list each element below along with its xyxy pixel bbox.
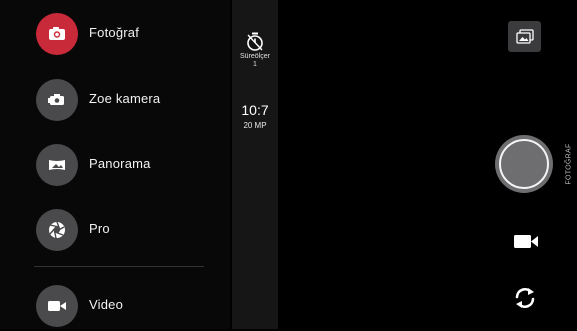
mode-label-panorama: Panorama [89, 156, 151, 171]
gallery-icon [515, 28, 534, 44]
timer-label: Süreölçer [240, 53, 270, 60]
shutter-button[interactable] [495, 135, 553, 193]
camera-app: Fotoğraf Zoe kamera Panorama Pro Video S… [0, 0, 577, 329]
divider [34, 266, 204, 267]
mode-label-pro: Pro [89, 221, 110, 236]
zoe-camera-icon [36, 79, 78, 121]
mode-item-photo[interactable]: Fotoğraf [30, 9, 244, 59]
gallery-button[interactable] [508, 21, 541, 52]
timer-icon[interactable] [246, 32, 264, 52]
shutter-ring [499, 139, 549, 189]
panorama-icon [36, 144, 78, 186]
mode-label-photo: Fotoğraf [89, 25, 140, 40]
video-camera-icon [36, 285, 78, 327]
camera-icon [36, 13, 78, 55]
switch-camera-button[interactable] [511, 284, 539, 312]
aperture-icon [36, 209, 78, 251]
mode-item-panorama[interactable]: Panorama [30, 140, 230, 190]
mode-label-zoe: Zoe kamera [89, 91, 161, 106]
resolution-ratio[interactable]: 10:7 [232, 102, 278, 118]
timer-value: 1 [253, 61, 257, 68]
mode-label-video: Video [89, 297, 124, 312]
current-mode-label: FOTOĞRAF [565, 143, 573, 185]
mode-drawer: Fotoğraf Zoe kamera Panorama Pro Video [0, 0, 244, 331]
mode-item-pro[interactable]: Pro [30, 205, 230, 255]
record-video-button[interactable] [512, 232, 540, 250]
resolution-megapixels: 20 MP [243, 121, 267, 130]
settings-strip: Süreölçer 1 10:7 20 MP [232, 0, 278, 329]
mode-item-zoe[interactable]: Zoe kamera [30, 75, 230, 125]
mode-item-video[interactable]: Video [30, 281, 230, 331]
